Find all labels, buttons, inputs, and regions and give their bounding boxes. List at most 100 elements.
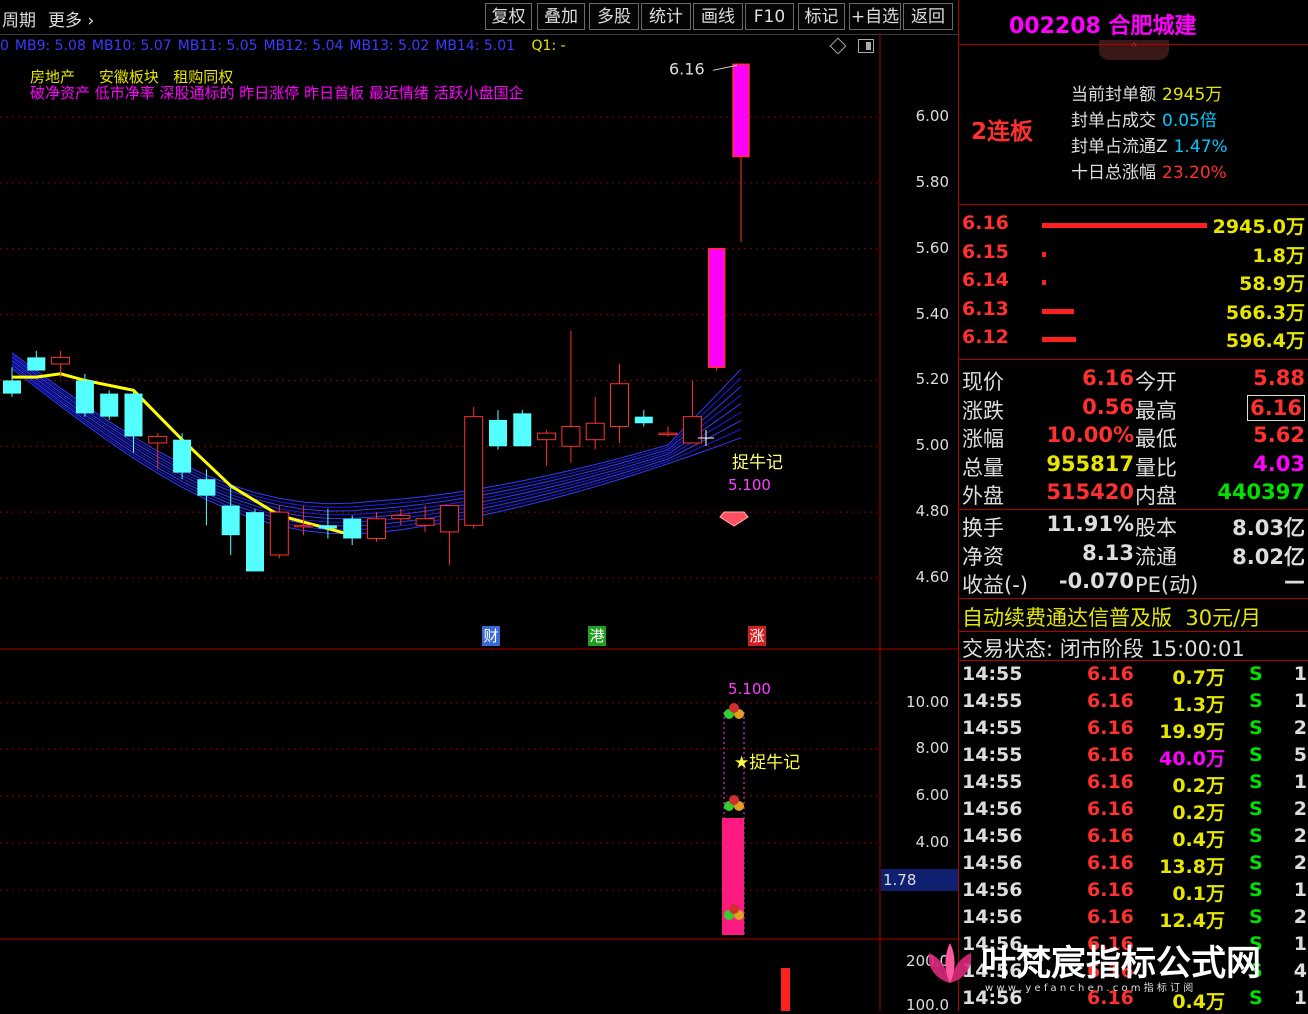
bid-row[interactable]: 6.12 596.4万 — [962, 326, 1307, 354]
indicator-tick: 10.00 — [906, 693, 949, 711]
tick-row: 14:55 6.16 0.7万 S 1 — [962, 663, 1307, 690]
bid-row[interactable]: 6.13 566.3万 — [962, 298, 1307, 326]
tick-volume: 12.4万 — [1159, 910, 1225, 932]
price-tick: 6.00 — [915, 107, 949, 125]
quote-label: 涨跌 — [962, 398, 1004, 423]
quote-value: 11.91% — [1046, 512, 1134, 536]
tick-price: 6.16 — [1087, 798, 1134, 820]
quote-value: 8.02亿 — [1232, 544, 1305, 569]
candle-body — [415, 518, 435, 526]
quote-label: 总量 — [962, 455, 1004, 480]
event-marker[interactable]: 涨 — [748, 626, 766, 646]
candle-body — [221, 505, 240, 536]
quote-value: 440397 — [1217, 480, 1305, 504]
quote-label: 流通 — [1135, 544, 1177, 569]
candle — [682, 380, 702, 444]
candle — [610, 363, 629, 443]
tick-count: 2 — [1293, 906, 1307, 928]
tick-volume: 0.1万 — [1172, 883, 1225, 905]
draw-line-button[interactable]: 画线 — [693, 3, 743, 30]
promo-banner[interactable]: 自动续费通达信普及版 30元/月 — [962, 602, 1261, 632]
add-watchlist-button[interactable]: +自选 — [849, 3, 901, 30]
restore-rights-button[interactable]: 复权 — [485, 3, 532, 30]
seal-info-label: 封单占成交 — [1071, 111, 1156, 131]
candle-body — [537, 432, 557, 441]
quote-value: 0.56 — [1082, 394, 1134, 419]
tick-time: 14:55 — [962, 717, 1023, 739]
tick-time: 14:56 — [962, 906, 1023, 928]
price-tick: 5.80 — [915, 172, 949, 191]
more-menu[interactable]: 更多 › — [48, 6, 94, 31]
mark-button[interactable]: 标记 — [798, 3, 845, 30]
tick-row: 14:55 6.16 40.0万 S 5 — [962, 744, 1307, 771]
watermark: 叶梵宸指标公式网 w w w . y e f a n c h e n . c o… — [915, 935, 1308, 1011]
seal-info-value: 1.47% — [1173, 137, 1228, 157]
price-tick: 5.20 — [915, 370, 949, 389]
indicator-tick: 6.00 — [915, 786, 949, 804]
candle — [537, 429, 557, 467]
tick-volume: 0.2万 — [1172, 775, 1225, 797]
candle — [246, 508, 264, 572]
candle — [585, 396, 605, 450]
ma-line — [11, 358, 742, 516]
period-menu[interactable]: 周期 — [2, 6, 36, 31]
statistics-button[interactable]: 统计 — [641, 3, 691, 30]
bid-price: 6.12 — [962, 326, 1009, 349]
ball-icon — [724, 795, 744, 811]
indicator-value: 5.100 — [728, 680, 771, 698]
f10-button[interactable]: F10 — [745, 3, 794, 30]
tick-volume: 19.9万 — [1159, 721, 1225, 743]
kline-chart[interactable]: 0 MB9: 5.08 MB10: 5.07 MB11: 5.05 MB12: 5.04… — [0, 34, 959, 1014]
tick-row: 14:56 6.16 0.1万 S 1 — [962, 879, 1307, 906]
overlay-button[interactable]: 叠加 — [537, 3, 585, 30]
stock-code-name[interactable]: 002208 合肥城建 — [1009, 8, 1197, 40]
candle — [343, 515, 362, 546]
candle-body — [585, 422, 605, 441]
tick-count: 2 — [1293, 717, 1307, 739]
quote-label: PE(动) — [1135, 573, 1199, 597]
tick-time: 14:56 — [962, 798, 1023, 820]
quote-label: 量比 — [1135, 455, 1177, 480]
back-button[interactable]: 返回 — [903, 3, 953, 30]
bid-volume: 58.9万 — [1239, 273, 1305, 296]
candle-body — [610, 383, 629, 428]
candle — [732, 63, 750, 243]
bid-row[interactable]: 6.15 1.8万 — [962, 241, 1307, 269]
bid-volume-bar — [1042, 280, 1046, 286]
ma-line — [11, 360, 742, 520]
multi-stock-button[interactable]: 多股 — [589, 3, 639, 30]
quote-row: 净资 8.13 流通 8.02亿 — [962, 541, 1307, 569]
quote-label: 外盘 — [962, 484, 1004, 508]
candle — [658, 426, 678, 437]
event-marker[interactable]: 港 — [588, 626, 606, 646]
collapse-icon[interactable]: ⌃ — [1099, 40, 1169, 60]
quote-row: 换手 11.91% 股本 8.03亿 — [962, 512, 1307, 540]
tick-count: 1 — [1293, 663, 1307, 685]
tick-time: 14:56 — [962, 879, 1023, 901]
indicator-tick: 8.00 — [915, 739, 949, 757]
trade-status: 交易状态: 闭市阶段 15:00:01 — [962, 637, 1245, 661]
tick-price: 6.16 — [1087, 690, 1134, 712]
quote-row: 现价 6.16 今开 5.88 — [962, 366, 1307, 394]
candles — [3, 63, 750, 572]
candle-body — [682, 416, 702, 444]
tick-count: 5 — [1293, 744, 1307, 766]
quote-value: 10.00% — [1046, 423, 1134, 447]
bid-price: 6.15 — [962, 240, 1009, 263]
seal-info-label: 十日总涨幅 — [1071, 163, 1156, 183]
quote-label: 收益(-) — [962, 573, 1028, 597]
tick-row: 14:55 6.16 19.9万 S 2 — [962, 717, 1307, 744]
candle-body — [732, 63, 750, 158]
tick-side: S — [1249, 690, 1263, 712]
bid-volume-bar — [1042, 251, 1046, 257]
event-marker[interactable]: 财 — [482, 626, 500, 646]
tick-time: 14:55 — [962, 771, 1023, 793]
high-price-label: 6.16 — [669, 59, 705, 78]
tick-time: 14:56 — [962, 825, 1023, 847]
quote-label: 换手 — [962, 516, 1004, 540]
tick-count: 2 — [1293, 798, 1307, 820]
bid-row[interactable]: 6.16 2945.0万 — [962, 212, 1307, 240]
quote-value: 955817 — [1046, 451, 1134, 476]
bid-row[interactable]: 6.14 58.9万 — [962, 269, 1307, 297]
candle — [100, 390, 119, 420]
